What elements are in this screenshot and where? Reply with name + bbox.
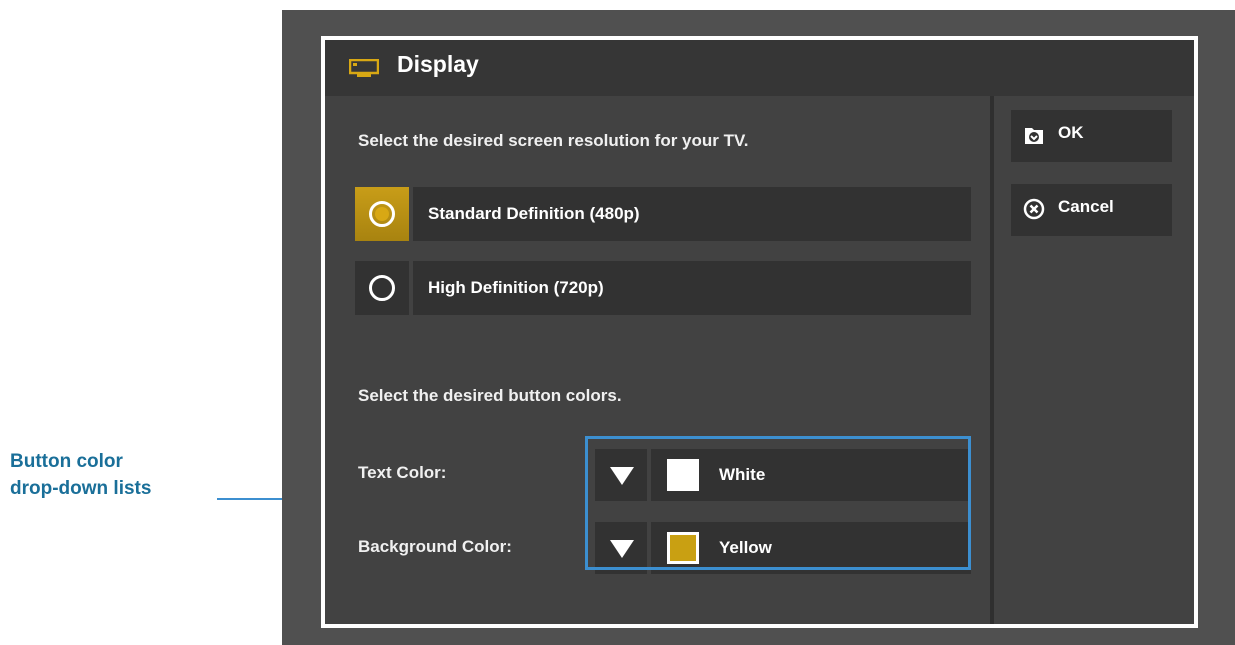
radio-button-selected[interactable] [355,187,409,241]
dropdown-highlight-box [585,436,971,570]
cancel-label: Cancel [1058,197,1114,216]
colors-prompt: Select the desired button colors. [358,386,622,405]
radio-selected-icon [369,201,395,227]
resolution-prompt: Select the desired screen resolution for… [358,131,749,150]
callout-label: Button color drop-down lists [10,448,210,502]
radio-button[interactable] [355,261,409,315]
text-color-label: Text Color: [358,463,447,482]
radio-label[interactable]: High Definition (720p) [413,261,971,315]
cancel-button[interactable]: Cancel [1011,184,1172,236]
callout-line-2: drop-down lists [10,478,152,499]
ok-button[interactable]: OK [1011,110,1172,162]
callout-line-1: Button color [10,451,123,472]
radio-standard-definition[interactable]: Standard Definition (480p) [355,187,971,241]
radio-label[interactable]: Standard Definition (480p) [413,187,971,241]
background-color-label: Background Color: [358,537,512,556]
cancel-icon [1023,198,1045,220]
action-panel: OK Cancel [994,96,1194,624]
ok-label: OK [1058,123,1084,142]
dialog-title: Display [397,51,479,77]
dialog-titlebar: Display [325,40,1194,96]
save-icon [1025,128,1043,144]
radio-unselected-icon [369,275,395,301]
tv-icon [349,59,379,77]
radio-high-definition[interactable]: High Definition (720p) [355,261,971,315]
